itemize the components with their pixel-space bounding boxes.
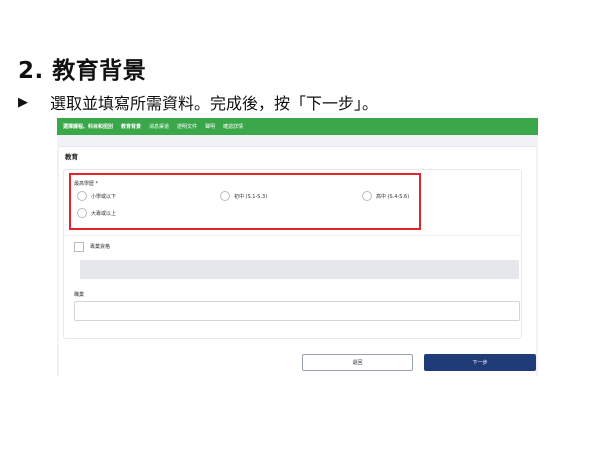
professional-detail-field[interactable] bbox=[80, 260, 519, 279]
app-screenshot: 選擇課程、科目和扭別 教育背景 消息渠道 證明文件 聲明 確認詳情 教育 最高學… bbox=[57, 118, 538, 449]
tab-declaration[interactable]: 聲明 bbox=[205, 123, 215, 130]
occupation-label: 職業 bbox=[74, 292, 85, 298]
next-button[interactable]: 下一步 bbox=[424, 354, 536, 371]
education-form: 最高學歷 * 小學或以下 初中 (S.1-S.3) 高中 (S.4-S.6) 大… bbox=[63, 169, 522, 339]
instruction-line: ▶ 選取並填寫所需資料。完成後，按「下一步」。 bbox=[18, 90, 378, 114]
highlight-box bbox=[69, 173, 421, 230]
education-card: 教育 最高學歷 * 小學或以下 初中 (S.1-S.3) 高中 (S.4-S.6… bbox=[59, 146, 536, 449]
professional-checkbox[interactable] bbox=[74, 242, 84, 252]
divider bbox=[64, 235, 521, 236]
occupation-input[interactable] bbox=[74, 301, 520, 321]
step-heading: 2. 教育背景 bbox=[18, 58, 147, 84]
tab-documents[interactable]: 證明文件 bbox=[177, 123, 197, 130]
instruction-text: 選取並填寫所需資料。完成後，按「下一步」。 bbox=[50, 94, 379, 113]
nav-bar: 選擇課程、科目和扭別 教育背景 消息渠道 證明文件 聲明 確認詳情 bbox=[57, 118, 538, 135]
tab-course-selection[interactable]: 選擇課程、科目和扭別 bbox=[63, 123, 113, 130]
professional-label: 專業資格 bbox=[90, 244, 111, 250]
tab-news-channel[interactable]: 消息渠道 bbox=[149, 123, 169, 130]
tab-confirm[interactable]: 確認詳情 bbox=[223, 123, 243, 130]
arrow-icon: ▶ bbox=[18, 94, 28, 110]
back-button[interactable]: 退回 bbox=[302, 354, 413, 371]
tab-education[interactable]: 教育背景 bbox=[121, 123, 141, 130]
section-title: 教育 bbox=[65, 153, 78, 161]
